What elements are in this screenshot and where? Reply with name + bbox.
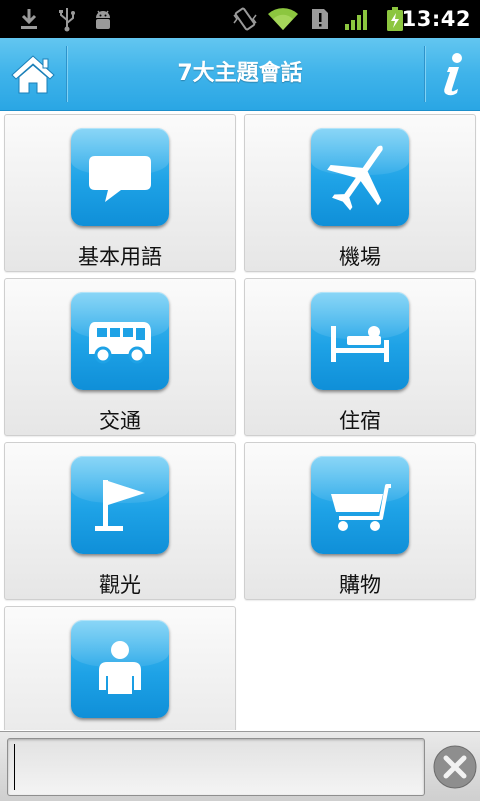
- page-title: 7大主題會話: [177, 61, 303, 86]
- topic-icon-box: [71, 128, 169, 226]
- topic-label: 購物: [339, 573, 381, 597]
- wifi-icon: [266, 6, 300, 32]
- topic-tile-transportation[interactable]: 交通: [4, 278, 236, 436]
- topic-label: 住宿: [339, 409, 381, 433]
- header-divider: [66, 46, 67, 102]
- info-button[interactable]: [426, 38, 480, 110]
- topic-icon-box: [71, 620, 169, 718]
- home-button[interactable]: [0, 38, 66, 110]
- topic-tile-shopping[interactable]: 購物: [244, 442, 476, 600]
- topic-tile-basic-phrases[interactable]: 基本用語: [4, 114, 236, 272]
- text-input[interactable]: [7, 738, 425, 796]
- download-icon: [16, 6, 42, 32]
- bed-icon: [331, 326, 389, 362]
- close-icon: [433, 745, 477, 789]
- input-bar: [0, 731, 480, 801]
- topic-label: 觀光: [99, 573, 141, 597]
- topic-icon-box: [311, 128, 409, 226]
- header-divider: [424, 46, 425, 102]
- android-debug-icon: [90, 6, 116, 32]
- clock: 13:42: [401, 7, 471, 31]
- app-header: 7大主題會話: [0, 38, 480, 111]
- topic-label: 交通: [99, 409, 141, 433]
- speech-bubble-icon: [89, 156, 151, 202]
- usb-icon: [54, 6, 80, 32]
- sim-alert-icon: [308, 6, 332, 32]
- bus-icon: [89, 322, 151, 364]
- clear-button[interactable]: [432, 744, 478, 790]
- topic-tile-person[interactable]: [4, 606, 236, 730]
- topic-icon-box: [71, 456, 169, 554]
- home-icon: [11, 55, 55, 94]
- vibrate-icon: [231, 6, 259, 32]
- topic-icon-box: [71, 292, 169, 390]
- info-icon: [444, 53, 462, 96]
- topic-grid: 基本用語 機場 交通 住宿 觀光 購物: [0, 110, 480, 730]
- text-cursor: [14, 744, 15, 790]
- topic-icon-box: [311, 456, 409, 554]
- signal-icon: [344, 6, 372, 32]
- topic-label: 基本用語: [78, 245, 162, 269]
- person-icon: [99, 641, 141, 694]
- topic-label: 機場: [339, 245, 381, 269]
- topic-tile-airport[interactable]: 機場: [244, 114, 476, 272]
- topic-tile-accommodation[interactable]: 住宿: [244, 278, 476, 436]
- shopping-cart-icon: [331, 484, 391, 531]
- topic-tile-sightseeing[interactable]: 觀光: [4, 442, 236, 600]
- status-bar: 13:42: [0, 0, 480, 38]
- topic-icon-box: [311, 292, 409, 390]
- flag-icon: [95, 480, 145, 531]
- airplane-icon: [327, 145, 383, 211]
